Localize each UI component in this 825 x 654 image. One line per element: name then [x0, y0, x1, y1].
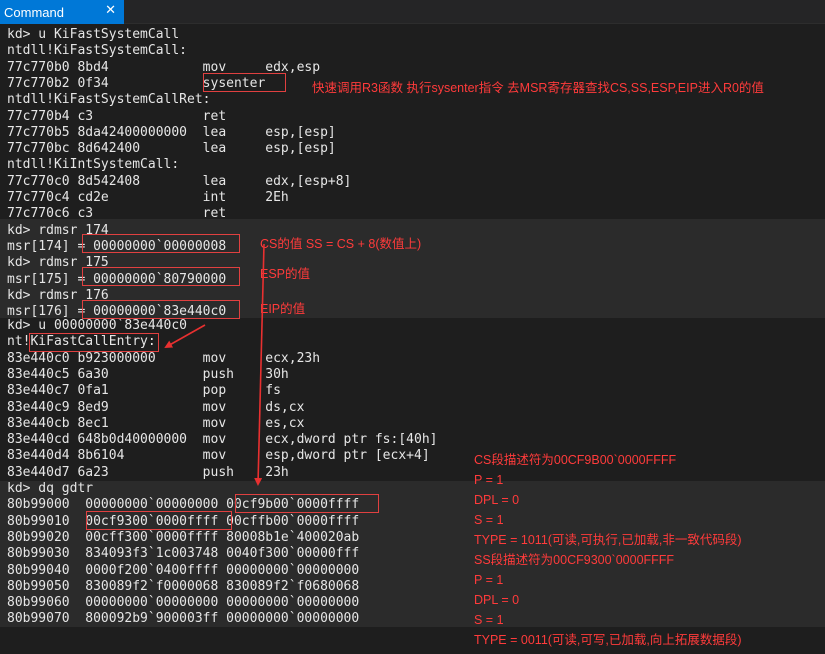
kifastcallentry-highlight-box [29, 333, 159, 352]
console-line: 77c770b5 8da42400000000 lea esp,[esp] [7, 124, 336, 140]
tab-bar: Command ✕ [0, 0, 825, 24]
console-line: 83e440c0 b923000000 mov ecx,23h [7, 350, 321, 366]
tab-command[interactable]: Command ✕ [0, 0, 124, 24]
console-line: 80b99020 00cff300`0000ffff 80008b1e`4000… [7, 529, 360, 545]
sysenter-note: 快速调用R3函数 执行sysenter指令 去MSR寄存器查找CS,SS,ESP… [312, 81, 764, 95]
console-line: 77c770bc 8d642400 lea esp,[esp] [7, 141, 336, 157]
console-line: 77c770b4 c3 ret [7, 108, 227, 124]
console-line: 80b99070 800092b9`900003ff 00000000`0000… [7, 611, 360, 627]
close-icon[interactable]: ✕ [105, 3, 116, 18]
descriptor-note: DPL = 0 [474, 593, 520, 607]
descriptor-note: P = 1 [474, 473, 504, 487]
console-line: kd> dq gdtr [7, 481, 94, 496]
esp-value-note: ESP的值 [260, 267, 311, 281]
console-line: ntdll!KiIntSystemCall: [7, 157, 180, 173]
console-line: 83e440c5 6a30 push 30h [7, 366, 289, 382]
tab-command-label: Command [4, 4, 64, 20]
descriptor-note: DPL = 0 [474, 493, 520, 507]
ss-descriptor-highlight-box [86, 511, 232, 530]
descriptor-note: S = 1 [474, 613, 504, 627]
console-line: 80b99060 00000000`00000000 00000000`0000… [7, 595, 360, 611]
console-line: ntdll!KiFastSystemCall: [7, 43, 188, 59]
descriptor-note: TYPE = 1011(可读,可执行,已加载,非一致代码段) [474, 533, 742, 547]
console-line: 77c770c0 8d542408 lea edx,[esp+8] [7, 173, 352, 189]
descriptor-note: CS段描述符为00CF9B00`0000FFFF [474, 453, 677, 467]
descriptor-note: S = 1 [474, 513, 504, 527]
msr174-highlight-box [82, 234, 240, 253]
console-line: kd> u 00000000`83e440c0 [7, 318, 188, 333]
msr176-highlight-box [82, 300, 240, 319]
console-line: 80b99030 834093f3`1c003748 0040f300`0000… [7, 546, 360, 562]
console-line: 83e440c7 0fa1 pop fs [7, 383, 281, 399]
cs-descriptor-highlight-box [235, 494, 379, 513]
descriptor-note: P = 1 [474, 573, 504, 587]
descriptor-note: TYPE = 0011(可读,可写,已加载,向上拓展数据段) [474, 633, 742, 647]
console-line: 83e440cb 8ec1 mov es,cx [7, 415, 305, 431]
console-line: 83e440d4 8b6104 mov esp,dword ptr [ecx+4… [7, 448, 430, 464]
console-line: 83e440d7 6a23 push 23h [7, 464, 289, 480]
console-line: 83e440c9 8ed9 mov ds,cx [7, 399, 305, 415]
console-line: 77c770c4 cd2e int 2Eh [7, 190, 289, 205]
sysenter-highlight-box [203, 73, 286, 92]
console-line: 80b99050 830089f2`f0000068 830089f2`f068… [7, 578, 360, 594]
console-line: kd> u KiFastSystemCall [7, 27, 180, 42]
console-line: ntdll!KiFastSystemCallRet: [7, 92, 211, 108]
cs-value-note: CS的值 SS = CS + 8(数值上) [260, 237, 422, 251]
eip-value-note: EIP的值 [260, 302, 306, 316]
console-line: 83e440cd 648b0d40000000 mov ecx,dword pt… [7, 432, 438, 448]
console-line: 80b99040 0000f200`0400ffff 00000000`0000… [7, 562, 360, 578]
msr175-highlight-box [82, 267, 240, 286]
descriptor-note: SS段描述符为00CF9300`0000FFFF [474, 553, 675, 567]
console-line: 77c770c6 c3 ret [7, 206, 227, 222]
